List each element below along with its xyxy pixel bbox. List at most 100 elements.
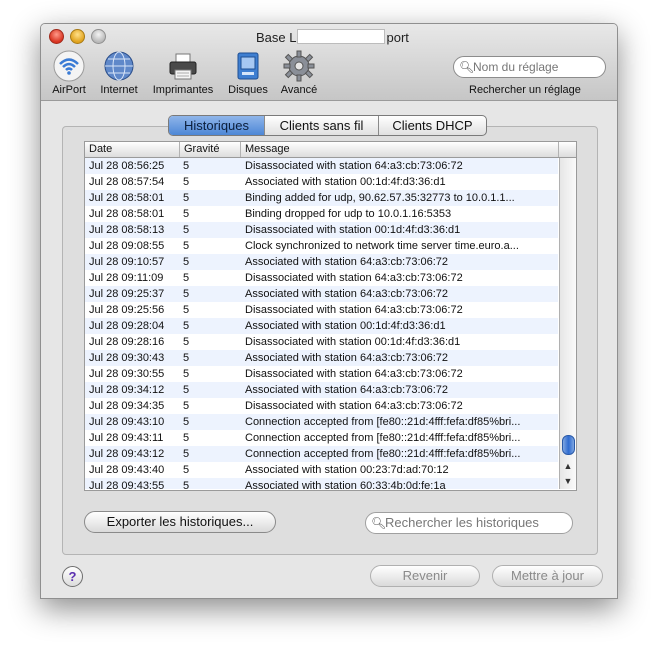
search-icon: 🔍︎ <box>371 516 387 530</box>
table-row[interactable]: Jul 28 09:43:55 5 Associated with station … <box>85 478 558 489</box>
close-window-button[interactable] <box>49 29 64 44</box>
cell-date: Jul 28 09:43:55 <box>89 480 165 489</box>
cell-message: Associated with station 64:a3:cb:73:06:7… <box>245 384 449 396</box>
table-row[interactable]: Jul 28 09:25:56 5 Disassociated with stati… <box>85 302 558 318</box>
cell-gravite: 5 <box>183 368 190 380</box>
cell-gravite: 5 <box>183 384 190 396</box>
cell-message: Associated with station 60:33:4b:0d:fe:1… <box>245 480 446 489</box>
cell-gravite: 5 <box>183 176 190 188</box>
table-row[interactable]: Jul 28 09:28:04 5 Associated with station … <box>85 318 558 334</box>
toolbar-item-disques[interactable]: Disques <box>225 50 271 96</box>
toolbar-label: AirPort <box>52 84 86 96</box>
logs-table: Date Gravité Message Jul 28 08:56:25 5 Dis… <box>84 141 577 491</box>
table-row[interactable]: Jul 28 09:43:12 5 Connection accepted from… <box>85 446 558 462</box>
tab-historiques[interactable]: Historiques <box>169 116 265 135</box>
search-icon: 🔍︎ <box>459 60 475 74</box>
cell-date: Jul 28 09:11:09 <box>89 272 164 284</box>
scroll-down-arrow[interactable]: ▼ <box>560 474 576 489</box>
settings-search-field[interactable]: 🔍︎ Nom du réglage <box>453 56 606 78</box>
table-row[interactable]: Jul 28 09:43:10 5 Connection accepted from… <box>85 414 558 430</box>
cell-date: Jul 28 08:58:01 <box>89 208 165 220</box>
cell-date: Jul 28 09:28:04 <box>89 320 165 332</box>
cell-date: Jul 28 09:25:56 <box>89 304 165 316</box>
logs-search-field[interactable]: 🔍︎ Rechercher les historiques <box>365 512 573 534</box>
toolbar-item-imprimantes[interactable]: Imprimantes <box>148 50 218 96</box>
globe-icon <box>103 50 135 82</box>
export-logs-button[interactable]: Exporter les historiques... <box>84 511 276 533</box>
table-row[interactable]: Jul 28 09:34:12 5 Associated with station … <box>85 382 558 398</box>
table-row[interactable]: Jul 28 09:30:43 5 Associated with station … <box>85 350 558 366</box>
cell-gravite: 5 <box>183 480 190 489</box>
cell-date: Jul 28 08:58:13 <box>89 224 165 236</box>
printer-icon <box>167 50 199 82</box>
toolbar: Base Lport AirPort Internet Imprimantes … <box>41 24 617 101</box>
table-row[interactable]: Jul 28 08:58:13 5 Disassociated with stati… <box>85 222 558 238</box>
table-row[interactable]: Jul 28 09:08:55 5 Clock synchronized to ne… <box>85 238 558 254</box>
table-row[interactable]: Jul 28 09:10:57 5 Associated with station … <box>85 254 558 270</box>
table-row[interactable]: Jul 28 08:56:25 5 Disassociated with stati… <box>85 158 558 174</box>
cell-message: Disassociated with station 64:a3:cb:73:0… <box>245 304 463 316</box>
table-row[interactable]: Jul 28 09:25:37 5 Associated with station … <box>85 286 558 302</box>
logs-search-placeholder: Rechercher les historiques <box>385 515 539 530</box>
column-header-date[interactable]: Date <box>85 142 180 157</box>
table-row[interactable]: Jul 28 09:43:11 5 Connection accepted from… <box>85 430 558 446</box>
cell-message: Binding dropped for udp to 10.0.1.16:535… <box>245 208 452 220</box>
cell-message: Associated with station 64:a3:cb:73:06:7… <box>245 256 449 268</box>
column-header-gravite[interactable]: Gravité <box>180 142 241 157</box>
cell-date: Jul 28 08:57:54 <box>89 176 165 188</box>
cell-gravite: 5 <box>183 400 190 412</box>
cell-date: Jul 28 08:58:01 <box>89 192 165 204</box>
table-row[interactable]: Jul 28 09:30:55 5 Disassociated with stati… <box>85 366 558 382</box>
revert-button[interactable]: Revenir <box>370 565 480 587</box>
cell-date: Jul 28 09:43:11 <box>89 432 164 444</box>
cell-message: Connection accepted from [fe80::21d:4fff… <box>245 416 521 428</box>
cell-date: Jul 28 09:43:12 <box>89 448 165 460</box>
table-body: Jul 28 08:56:25 5 Disassociated with stati… <box>85 158 558 489</box>
column-header-message[interactable]: Message <box>241 142 559 157</box>
cell-gravite: 5 <box>183 352 190 364</box>
toolbar-label: Disques <box>228 84 268 96</box>
table-row[interactable]: Jul 28 09:11:09 5 Disassociated with stati… <box>85 270 558 286</box>
toolbar-item-internet[interactable]: Internet <box>96 50 142 96</box>
cell-message: Disassociated with station 64:a3:cb:73:0… <box>245 368 463 380</box>
cell-message: Associated with station 64:a3:cb:73:06:7… <box>245 288 449 300</box>
table-row[interactable]: Jul 28 09:28:16 5 Disassociated with stati… <box>85 334 558 350</box>
table-row[interactable]: Jul 28 08:58:01 5 Binding dropped for udp … <box>85 206 558 222</box>
zoom-window-button[interactable] <box>91 29 106 44</box>
cell-date: Jul 28 09:30:55 <box>89 368 165 380</box>
cell-message: Binding added for udp, 90.62.57.35:32773… <box>245 192 515 204</box>
toolbar-item-avance[interactable]: Avancé <box>276 50 322 96</box>
cell-gravite: 5 <box>183 240 190 252</box>
disk-icon <box>232 50 264 82</box>
table-row[interactable]: Jul 28 08:57:54 5 Associated with station … <box>85 174 558 190</box>
update-button[interactable]: Mettre à jour <box>492 565 603 587</box>
tab-clients-dhcp[interactable]: Clients DHCP <box>379 116 486 135</box>
minimize-window-button[interactable] <box>70 29 85 44</box>
cell-message: Associated with station 00:1d:4f:d3:36:d… <box>245 176 446 188</box>
cell-gravite: 5 <box>183 464 190 476</box>
airport-icon <box>53 50 85 82</box>
help-button[interactable]: ? <box>62 566 83 587</box>
settings-search-caption: Rechercher un réglage <box>469 84 581 96</box>
cell-gravite: 5 <box>183 304 190 316</box>
cell-date: Jul 28 09:28:16 <box>89 336 165 348</box>
cell-date: Jul 28 09:34:35 <box>89 400 165 412</box>
table-row[interactable]: Jul 28 09:43:40 5 Associated with station … <box>85 462 558 478</box>
cell-message: Disassociated with station 00:1d:4f:d3:3… <box>245 224 461 236</box>
vertical-scrollbar[interactable]: ▲ ▼ <box>559 158 576 489</box>
cell-message: Connection accepted from [fe80::21d:4fff… <box>245 432 521 444</box>
table-row[interactable]: Jul 28 08:58:01 5 Binding added for udp, 9… <box>85 190 558 206</box>
cell-gravite: 5 <box>183 336 190 348</box>
table-row[interactable]: Jul 28 09:34:35 5 Disassociated with stati… <box>85 398 558 414</box>
cell-message: Clock synchronized to network time serve… <box>245 240 519 252</box>
cell-gravite: 5 <box>183 256 190 268</box>
scroll-thumb[interactable] <box>562 435 575 455</box>
toolbar-item-airport[interactable]: AirPort <box>49 50 89 96</box>
scroll-up-arrow[interactable]: ▲ <box>560 459 576 474</box>
window-title-right: port <box>386 30 409 45</box>
cell-gravite: 5 <box>183 448 190 460</box>
cell-gravite: 5 <box>183 224 190 236</box>
tab-clients-sans-fil[interactable]: Clients sans fil <box>265 116 379 135</box>
cell-gravite: 5 <box>183 272 190 284</box>
cell-message: Disassociated with station 64:a3:cb:73:0… <box>245 160 463 172</box>
